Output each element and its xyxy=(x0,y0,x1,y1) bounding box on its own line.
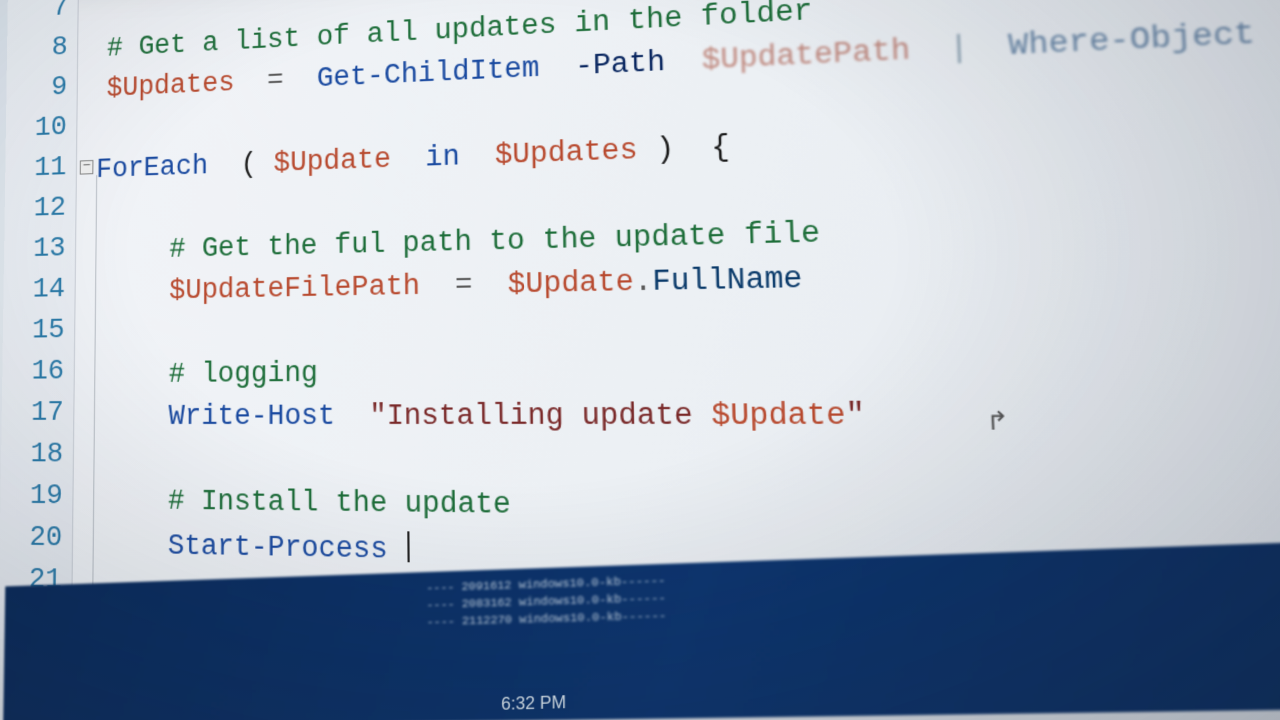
screenshot-scene: 7 8 9 10 11 12 13 14 15 16 17 18 19 20 2… xyxy=(0,0,1280,720)
variable-token: $Update xyxy=(508,267,635,302)
string-token: Installing update xyxy=(387,400,712,434)
variable-token: $Updates xyxy=(495,135,639,172)
taskbar-clock: 6:32 PM xyxy=(501,692,566,715)
keyword-token: ForEach xyxy=(96,152,208,187)
variable-token: $UpdateFilePath xyxy=(169,271,420,307)
code-line: # Install the update xyxy=(168,481,511,528)
string-variable-token: $Update xyxy=(711,400,846,435)
cmdlet-token: Get-ChildItem xyxy=(317,54,540,96)
code-line: # logging xyxy=(169,353,318,396)
text-caret xyxy=(407,531,409,562)
paren-token: ) xyxy=(656,134,675,167)
comment-token: # logging xyxy=(169,358,318,391)
indent-guide xyxy=(92,175,97,612)
variable-token: $Update xyxy=(274,145,392,181)
line-number: 14 xyxy=(32,274,65,306)
brace-token: { xyxy=(711,132,731,166)
string-quote-token: " xyxy=(369,401,386,434)
comment-token: # Install the update xyxy=(168,486,511,522)
code-line: Write-Host "Installing update $Update" xyxy=(168,394,866,440)
line-number: 18 xyxy=(30,438,63,470)
line-number: 12 xyxy=(33,192,66,224)
line-number: 9 xyxy=(51,72,67,104)
cmdlet-token: Start-Process xyxy=(168,531,388,567)
line-number: 8 xyxy=(51,32,67,64)
code-line: ForEach ( $Update in $Updates ) { xyxy=(96,126,731,191)
operator-token xyxy=(251,67,267,99)
string-quote-token: " xyxy=(845,400,866,435)
keyword-token: in xyxy=(425,142,460,175)
parameter-token: -Path xyxy=(575,47,666,84)
line-number: 19 xyxy=(30,480,63,513)
paren-token: ( xyxy=(241,150,257,182)
operator-token: = xyxy=(267,66,283,98)
dot-token: . xyxy=(634,267,653,301)
code-line: Start-Process xyxy=(168,524,410,574)
pipe-token: | xyxy=(949,32,970,67)
variable-token: $Updates xyxy=(107,69,235,105)
line-number: 11 xyxy=(34,152,67,184)
line-number: 20 xyxy=(29,522,62,555)
cmdlet-token: Write-Host xyxy=(168,401,335,433)
line-number: 13 xyxy=(33,233,66,265)
line-number-gutter: 7 8 9 10 11 12 13 14 15 16 17 18 19 20 2… xyxy=(0,0,79,641)
variable-token: $UpdatePath xyxy=(702,35,911,78)
mouse-cursor-icon: ↰ xyxy=(985,407,1009,438)
line-number: 16 xyxy=(31,356,64,388)
line-number: 7 xyxy=(52,0,68,24)
line-number: 17 xyxy=(31,397,64,429)
line-number: 10 xyxy=(34,112,66,144)
member-token: FullName xyxy=(652,263,803,299)
line-number: 15 xyxy=(32,315,65,347)
operator-token: = xyxy=(455,270,473,303)
fold-toggle-icon[interactable]: − xyxy=(80,160,94,175)
cmdlet-token: Where-Object xyxy=(1008,18,1256,64)
